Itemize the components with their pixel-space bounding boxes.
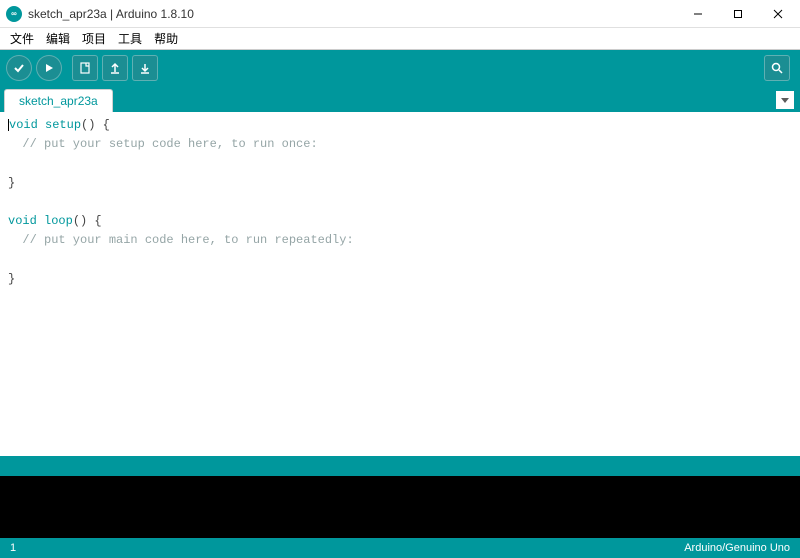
minimize-button[interactable]	[678, 0, 718, 28]
new-button[interactable]	[72, 55, 98, 81]
code-editor[interactable]: void setup() { // put your setup code he…	[0, 112, 800, 456]
window-title: sketch_apr23a | Arduino 1.8.10	[28, 7, 678, 21]
code-func: setup	[38, 118, 81, 132]
message-bar	[0, 456, 800, 476]
menu-help[interactable]: 帮助	[148, 28, 184, 49]
tabbar: sketch_apr23a	[0, 86, 800, 112]
window-titlebar: ∞ sketch_apr23a | Arduino 1.8.10	[0, 0, 800, 28]
code-text: () {	[73, 214, 102, 228]
statusbar: 1 Arduino/Genuino Uno	[0, 538, 800, 558]
code-text: }	[8, 176, 15, 190]
close-button[interactable]	[758, 0, 798, 28]
verify-button[interactable]	[6, 55, 32, 81]
toolbar	[0, 50, 800, 86]
menu-tools[interactable]: 工具	[112, 28, 148, 49]
code-func: loop	[37, 214, 73, 228]
code-comment: // put your main code here, to run repea…	[8, 233, 354, 247]
serial-monitor-button[interactable]	[764, 55, 790, 81]
menu-file[interactable]: 文件	[4, 28, 40, 49]
menubar: 文件 编辑 项目 工具 帮助	[0, 28, 800, 50]
tab-sketch[interactable]: sketch_apr23a	[4, 89, 113, 112]
code-keyword: void	[9, 118, 38, 132]
code-text: () {	[81, 118, 110, 132]
maximize-button[interactable]	[718, 0, 758, 28]
upload-button[interactable]	[36, 55, 62, 81]
code-keyword: void	[8, 214, 37, 228]
code-comment: // put your setup code here, to run once…	[8, 137, 318, 151]
code-text: }	[8, 272, 15, 286]
status-board: Arduino/Genuino Uno	[684, 542, 790, 554]
menu-edit[interactable]: 编辑	[40, 28, 76, 49]
open-button[interactable]	[102, 55, 128, 81]
console-output[interactable]	[0, 476, 800, 538]
status-line-number: 1	[10, 542, 16, 554]
arduino-logo-icon: ∞	[6, 6, 22, 22]
menu-project[interactable]: 项目	[76, 28, 112, 49]
save-button[interactable]	[132, 55, 158, 81]
tab-menu-button[interactable]	[776, 91, 794, 109]
